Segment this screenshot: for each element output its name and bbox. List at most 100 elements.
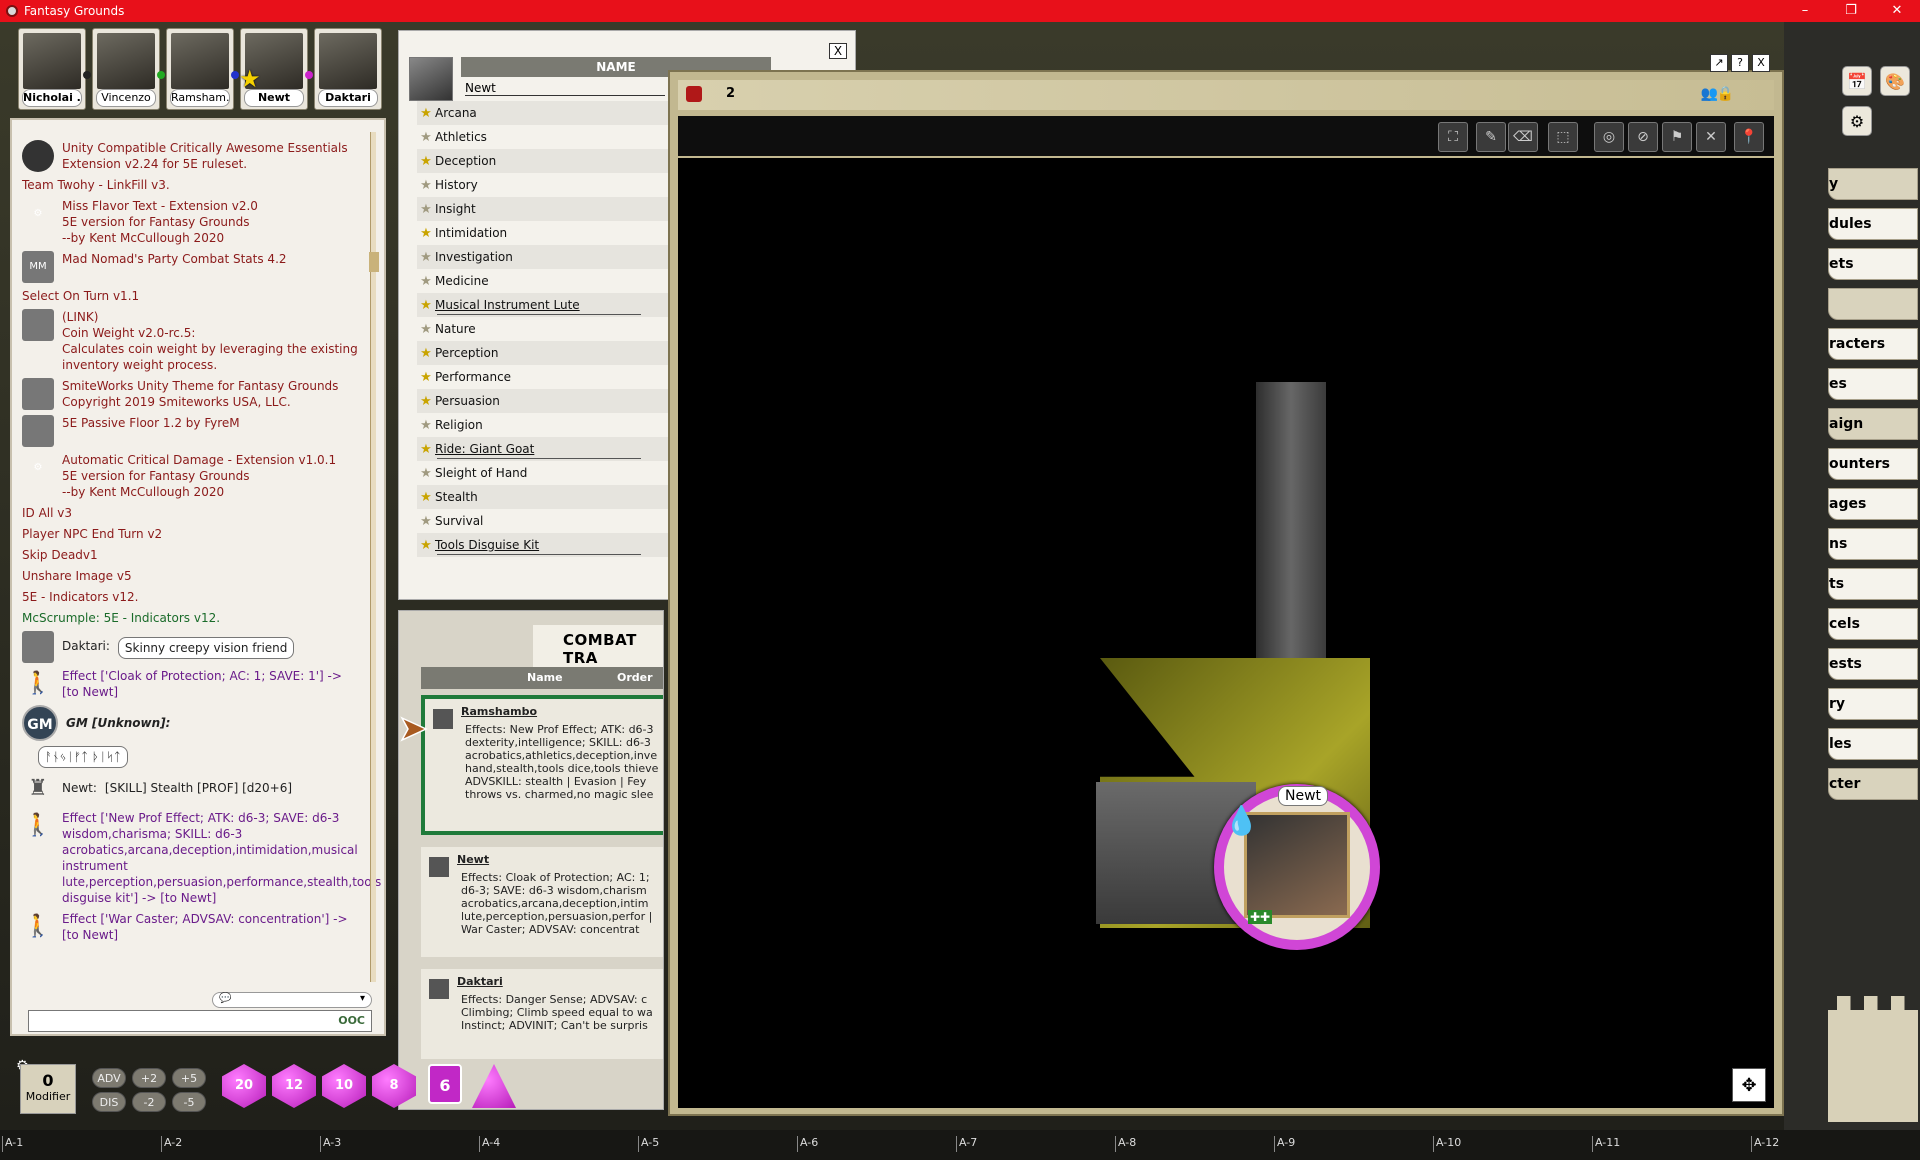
players-icon[interactable]: 👥 (1701, 86, 1718, 102)
speech-bubble: ᚨᚾᛃᛁᚠᛏ ᚦᛁᛋᛏ (38, 746, 128, 768)
proficiency-star-icon[interactable]: ★ (417, 490, 435, 505)
pin-icon[interactable]: 📍 (1734, 122, 1764, 152)
sidebar-item[interactable]: aign (1828, 408, 1918, 440)
palette-icon[interactable]: 🎨 (1880, 66, 1910, 96)
combatant-name[interactable]: Ramshambo (461, 705, 663, 718)
proficiency-star-icon[interactable]: ★ (417, 322, 435, 337)
sidebar-item[interactable]: ets (1828, 248, 1918, 280)
proficiency-star-icon[interactable]: ★ (417, 226, 435, 241)
portrait-3[interactable]: Newt ★ (239, 28, 313, 110)
combat-entry[interactable]: Ramshambo Effects: New Prof Effect; ATK: … (421, 695, 663, 835)
portrait-4[interactable]: Daktari (314, 28, 382, 110)
proficiency-star-icon[interactable]: ★ (417, 346, 435, 361)
proficiency-star-icon[interactable]: ★ (417, 202, 435, 217)
speaker-name: GM [Unknown]: (66, 716, 171, 730)
character-name-field[interactable]: Newt (465, 81, 665, 96)
modifier-button[interactable]: +2 (132, 1068, 166, 1088)
sidebar-item[interactable]: cter (1828, 768, 1918, 800)
portrait-image (319, 33, 377, 89)
combatant-name[interactable]: Newt (457, 853, 663, 866)
window-title: Fantasy Grounds (24, 4, 125, 18)
close-button[interactable]: ✕ (1874, 0, 1920, 22)
chat-message: ⚙ Miss Flavor Text - Extension v2.0 5E ve… (22, 198, 362, 246)
sidebar-item[interactable]: ts (1828, 568, 1918, 600)
proficiency-star-icon[interactable]: ★ (417, 466, 435, 481)
proficiency-star-icon[interactable]: ★ (417, 250, 435, 265)
portrait-image (23, 33, 81, 89)
sidebar-item[interactable]: les (1828, 728, 1918, 760)
portrait-2[interactable]: Ramsham... (166, 28, 239, 110)
combatant-name[interactable]: Daktari (457, 975, 663, 988)
close-button[interactable]: X (829, 43, 847, 59)
character-avatar[interactable] (409, 57, 453, 101)
modifier-button[interactable]: ADV (92, 1068, 126, 1088)
lock-icon[interactable]: 🔒 (1717, 86, 1734, 102)
ruler-label: A-12 (1751, 1136, 1779, 1152)
help-button[interactable]: ? (1731, 54, 1749, 72)
proficiency-star-icon[interactable]: ★ (417, 418, 435, 433)
proficiency-star-icon[interactable]: ★ (417, 106, 435, 121)
proficiency-star-icon[interactable]: ★ (417, 394, 435, 409)
pen-icon[interactable]: ✎ (1476, 122, 1506, 152)
modifier-button[interactable]: DIS (92, 1092, 126, 1112)
target-icon[interactable]: ◎ (1594, 122, 1624, 152)
proficiency-star-icon[interactable]: ★ (417, 178, 435, 193)
restore-button[interactable]: ❐ (1828, 0, 1874, 22)
turn-arrow-icon[interactable] (400, 714, 428, 744)
gear-icon[interactable]: ⚙ (1842, 106, 1872, 136)
sidebar-item[interactable]: ests (1828, 648, 1918, 680)
sidebar-item[interactable]: cels (1828, 608, 1918, 640)
chat-message: ᚨᚾᛃᛁᚠᛏ ᚦᛁᛋᛏ (22, 746, 362, 768)
proficiency-star-icon[interactable]: ★ (417, 274, 435, 289)
chat-mode-select[interactable]: 💬 ▾ (212, 992, 372, 1008)
proficiency-star-icon[interactable]: ★ (417, 514, 435, 529)
sidebar-item[interactable]: y (1828, 168, 1918, 200)
clear-icon[interactable]: ✕ (1696, 122, 1726, 152)
sidebar-item[interactable]: ry (1828, 688, 1918, 720)
sidebar-item[interactable]: ages (1828, 488, 1918, 520)
robot-icon: ⚙ (33, 208, 43, 219)
modifier-button[interactable]: -5 (172, 1092, 206, 1112)
proficiency-star-icon[interactable]: ★ (417, 538, 435, 553)
portrait-1[interactable]: Vincenzo (92, 28, 165, 110)
ooc-toggle[interactable]: OOC (338, 1014, 365, 1027)
eraser-icon[interactable]: ⌫ (1508, 122, 1538, 152)
portrait-0[interactable]: Nicholai ... (18, 28, 91, 110)
close-button[interactable]: X (1752, 54, 1770, 72)
proficiency-star-icon[interactable]: ★ (417, 154, 435, 169)
scroll-thumb[interactable] (369, 252, 379, 272)
sidebar-item[interactable]: racters (1828, 328, 1918, 360)
map-canvas[interactable]: 💧 ✚✚ Newt ✥ (678, 158, 1774, 1108)
minimize-button[interactable]: – (1782, 0, 1828, 22)
chat-message: Team Twohy - LinkFill v3. (22, 177, 362, 193)
sidebar-item[interactable] (1828, 288, 1918, 320)
fullscreen-icon[interactable]: ⛶ (1438, 122, 1468, 152)
combat-entry[interactable]: Daktari Effects: Danger Sense; ADVSAV: c … (421, 969, 663, 1059)
modifier-button[interactable]: +5 (172, 1068, 206, 1088)
combat-entry[interactable]: Newt Effects: Cloak of Protection; AC: 1;… (421, 847, 663, 957)
chat-message: 5E Passive Floor 1.2 by FyreM (22, 415, 362, 447)
select-icon[interactable]: ⬚ (1548, 122, 1578, 152)
sidebar-item[interactable]: ounters (1828, 448, 1918, 480)
compass-icon[interactable]: ✥ (1732, 1068, 1766, 1102)
newt-token[interactable]: 💧 ✚✚ (1214, 784, 1380, 950)
skill-underline (437, 314, 641, 315)
proficiency-star-icon[interactable]: ★ (417, 130, 435, 145)
flag-icon[interactable]: ⚑ (1662, 122, 1692, 152)
modifier-box[interactable]: 0 Modifier (20, 1064, 76, 1114)
chat-input[interactable]: OOC (28, 1010, 372, 1032)
sidebar-item[interactable]: es (1828, 368, 1918, 400)
proficiency-star-icon[interactable]: ★ (417, 442, 435, 457)
sidebar-item[interactable]: dules (1828, 208, 1918, 240)
d6-die[interactable]: 6 (428, 1064, 462, 1104)
sidebar-item[interactable]: ns (1828, 528, 1918, 560)
expand-button[interactable]: ↗ (1710, 54, 1728, 72)
chat-scrollbar[interactable] (369, 132, 379, 982)
proficiency-star-icon[interactable]: ★ (417, 298, 435, 313)
hide-target-icon[interactable]: ⊘ (1628, 122, 1658, 152)
combatant-effects: Effects: Cloak of Protection; AC: 1; d6-… (461, 871, 653, 936)
ruler-label: A-3 (320, 1136, 341, 1152)
modifier-button[interactable]: -2 (132, 1092, 166, 1112)
calendar-icon[interactable]: 📅 (1842, 66, 1872, 96)
proficiency-star-icon[interactable]: ★ (417, 370, 435, 385)
